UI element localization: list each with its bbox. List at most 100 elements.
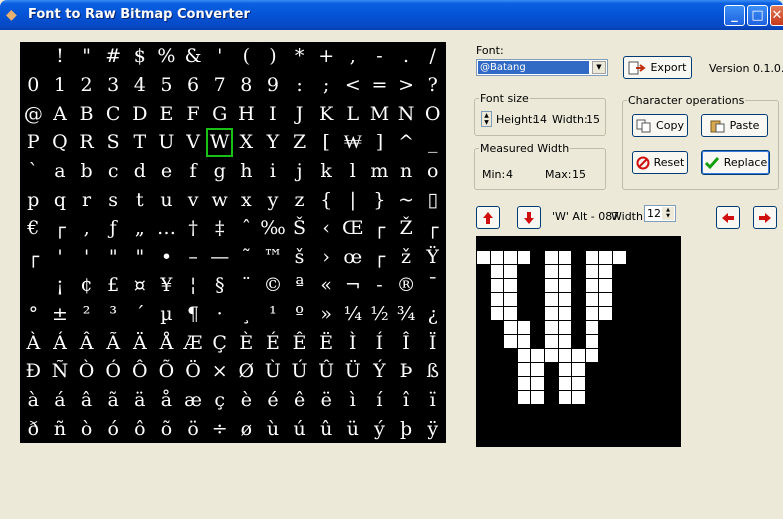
shift-left-button[interactable] [716,206,740,229]
glyph-cell[interactable]: & [180,42,207,71]
bitmap-pixel[interactable] [572,251,585,264]
glyph-cell[interactable]: 3 [100,71,127,100]
glyph-cell[interactable]: * [286,42,313,71]
glyph-cell[interactable]: Ë [313,328,340,357]
bitmap-pixel[interactable] [531,391,544,404]
glyph-cell[interactable]: E [153,99,180,128]
glyph-cell[interactable]: ù [260,414,287,443]
bitmap-pixel[interactable] [517,279,531,292]
glyph-cell[interactable]: Ï [419,328,446,357]
glyph-cell[interactable]: Ã [100,328,127,357]
glyph-cell[interactable]: - [366,42,393,71]
bitmap-pixel[interactable] [572,349,585,362]
glyph-cell[interactable]: " [127,242,154,271]
bitmap-pixel[interactable] [504,377,517,390]
bitmap-pixel[interactable] [558,419,572,432]
glyph-cell[interactable]: ý [366,414,393,443]
glyph-cell[interactable]: n [393,157,420,186]
bitmap-pixel[interactable] [504,405,517,418]
bitmap-pixel[interactable] [667,419,680,432]
glyph-cell[interactable]: # [100,42,127,71]
bitmap-pixel[interactable] [667,349,680,362]
bitmap-pixel[interactable] [626,293,640,306]
bitmap-pixel[interactable] [558,293,572,306]
glyph-cell[interactable]: î [393,386,420,415]
bitmap-pixel[interactable] [585,237,599,250]
glyph-cell[interactable]: ¬ [340,271,367,300]
bitmap-pixel[interactable] [653,279,667,292]
bitmap-pixel[interactable] [558,321,572,334]
glyph-cell[interactable]: š [286,242,313,271]
bitmap-pixel[interactable] [599,265,612,278]
glyph-cell[interactable]: Ç [206,328,233,357]
glyph-cell[interactable]: f [180,157,207,186]
glyph-cell[interactable]: – [180,242,207,271]
glyph-cell[interactable]: c [100,157,127,186]
glyph-cell[interactable]: ü [340,414,367,443]
close-button[interactable]: ✕ [770,5,783,26]
bitmap-pixel[interactable] [572,433,585,446]
glyph-cell[interactable]: © [260,271,287,300]
bitmap-pixel[interactable] [667,405,680,418]
glyph-cell[interactable]: × [206,357,233,386]
bitmap-pixel[interactable] [490,391,504,404]
bitmap-pixel[interactable] [558,307,572,320]
glyph-cell[interactable]: Ö [180,357,207,386]
glyph-cell[interactable]: ú [286,414,313,443]
glyph-cell[interactable]: ] [366,128,393,157]
glyph-cell[interactable]: Ì [340,328,367,357]
char-width-spinner[interactable]: 12 ▲ ▼ [644,205,676,222]
glyph-cell[interactable]: é [260,386,287,415]
bitmap-pixel[interactable] [613,279,626,292]
glyph-cell[interactable]: z [286,185,313,214]
character-map[interactable]: ! " # $% & '() * +, -./0 1 2 3 4 5 6 7 8 9:; < = >? @ A B C D E F G H… [20,42,446,443]
glyph-cell[interactable]: Ò [73,357,100,386]
glyph-cell[interactable]: ‚ [73,214,100,243]
bitmap-pixel[interactable] [599,307,612,320]
bitmap-pixel[interactable] [585,433,599,446]
glyph-cell[interactable]: ƒ [100,214,127,243]
bitmap-pixel[interactable] [640,279,653,292]
bitmap-pixel[interactable] [599,377,612,390]
bitmap-pixel[interactable] [640,433,653,446]
glyph-cell[interactable]: $ [127,42,154,71]
bitmap-pixel[interactable] [653,307,667,320]
bitmap-pixel[interactable] [599,391,612,404]
glyph-cell[interactable]: x [233,185,260,214]
bitmap-pixel[interactable] [545,307,558,320]
bitmap-pixel[interactable] [585,363,599,376]
bitmap-pixel[interactable] [572,363,585,376]
glyph-cell[interactable]: º [286,300,313,329]
glyph-cell[interactable]: = [366,71,393,100]
glyph-cell[interactable]: a [47,157,74,186]
glyph-cell[interactable]: V [180,128,207,157]
bitmap-pixel[interactable] [626,419,640,432]
glyph-cell[interactable]: > [393,71,420,100]
bitmap-pixel[interactable] [585,419,599,432]
glyph-cell[interactable]: û [313,414,340,443]
bitmap-pixel[interactable] [545,433,558,446]
glyph-cell[interactable]: % [153,42,180,71]
glyph-cell[interactable]: 7 [206,71,233,100]
glyph-cell[interactable]: Õ [153,357,180,386]
glyph-cell[interactable]: " [100,242,127,271]
glyph-cell[interactable]: ' [47,242,74,271]
bitmap-pixel[interactable] [490,433,504,446]
bitmap-pixel[interactable] [653,419,667,432]
glyph-cell[interactable]: Ž [393,214,420,243]
glyph-cell[interactable]: Å [153,328,180,357]
glyph-cell[interactable]: / [419,42,446,71]
glyph-cell[interactable]: µ [153,300,180,329]
glyph-cell[interactable]: " [73,42,100,71]
bitmap-pixel[interactable] [653,265,667,278]
bitmap-pixel[interactable] [613,321,626,334]
bitmap-pixel[interactable] [477,321,490,334]
bitmap-pixel[interactable] [517,335,531,348]
glyph-cell[interactable]: » [313,300,340,329]
glyph-cell[interactable]: ˆ [233,214,260,243]
bitmap-pixel[interactable] [545,405,558,418]
glyph-cell[interactable]: ñ [47,414,74,443]
glyph-cell[interactable]: ë [313,386,340,415]
glyph-cell[interactable]: ' [73,242,100,271]
bitmap-pixel[interactable] [477,265,490,278]
